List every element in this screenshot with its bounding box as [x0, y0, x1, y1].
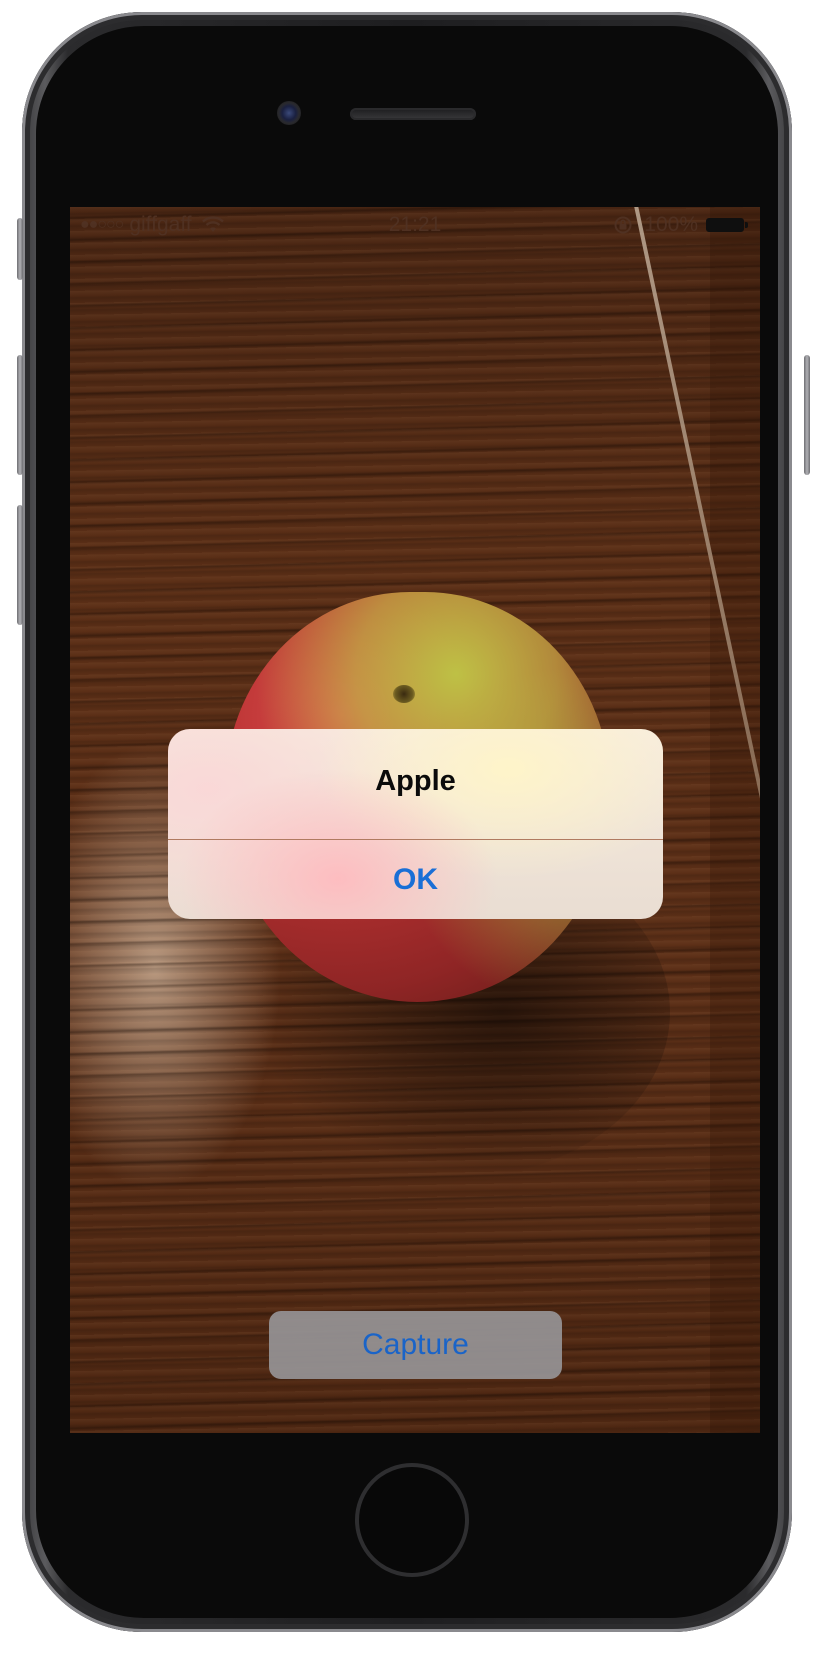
camera-preview: ●●○○○ giffgaff 21:21 100% Apple OK Captu…: [70, 207, 760, 1433]
battery-tip: [745, 222, 748, 228]
power-button: [804, 355, 810, 475]
front-camera: [277, 101, 301, 125]
battery-percentage: 100%: [644, 213, 698, 236]
home-button[interactable]: [355, 1463, 469, 1577]
earpiece-speaker: [350, 108, 476, 120]
volume-down-button: [17, 505, 23, 625]
orientation-lock-icon: [614, 216, 632, 234]
alert-title: Apple: [375, 765, 456, 797]
battery-icon: [706, 216, 750, 234]
mute-switch: [17, 218, 23, 280]
battery-body: [706, 218, 744, 232]
alert-ok-button[interactable]: OK: [168, 840, 663, 919]
apple-stem: [393, 685, 415, 703]
wood-plank: [710, 207, 760, 1433]
capture-button[interactable]: Capture: [269, 1311, 562, 1379]
alert-dialog: Apple OK: [168, 729, 663, 919]
volume-up-button: [17, 355, 23, 475]
status-right: 100%: [614, 213, 750, 237]
status-bar: ●●○○○ giffgaff 21:21 100%: [70, 207, 760, 243]
